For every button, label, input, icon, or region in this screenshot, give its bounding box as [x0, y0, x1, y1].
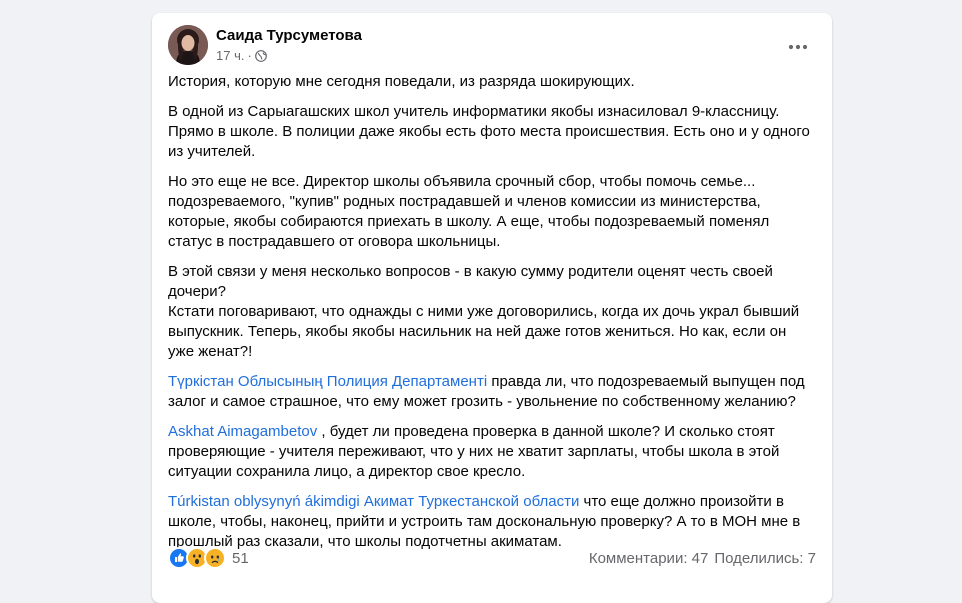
- author-name[interactable]: Саида Турсуметова: [216, 27, 362, 44]
- reaction-count[interactable]: 51: [232, 550, 249, 567]
- mention-paragraph: Túrkistan oblysynyń ákimdigi Акимат Турк…: [168, 492, 813, 552]
- comments-count[interactable]: Комментарии: 47: [589, 550, 709, 567]
- profile-photo: [168, 25, 208, 65]
- mention-turkistan-akimat[interactable]: Túrkistan oblysynyń ákimdigi Акимат Турк…: [168, 493, 579, 510]
- post-header: Саида Турсуметова 17 ч. ·: [168, 25, 816, 65]
- post-paragraph: В одной из Сарыагашских школ учитель инф…: [168, 103, 810, 160]
- post-paragraph: История, которую мне сегодня поведали, и…: [168, 73, 635, 90]
- post-footer: 51 Комментарии: 47 Поделились: 7: [168, 547, 816, 569]
- mention-paragraph: Askhat Aimagambetov , будет ли проведена…: [168, 422, 813, 482]
- mention-police-department[interactable]: Түркістан Облысының Полиция Департаменті: [168, 373, 487, 390]
- mention-paragraph: Түркістан Облысының Полиция Департаменті…: [168, 372, 813, 412]
- post-paragraph: В этой связи у меня несколько вопросов -…: [168, 263, 773, 300]
- post-body: История, которую мне сегодня поведали, и…: [168, 72, 813, 562]
- reactions[interactable]: 51: [168, 547, 249, 569]
- avatar[interactable]: [168, 25, 208, 65]
- post-card: Саида Турсуметова 17 ч. · История, котор…: [152, 13, 832, 603]
- post-paragraph: Кстати поговаривают, что однажды с ними …: [168, 303, 800, 360]
- sad-icon: [204, 547, 226, 569]
- mention-askhat-aimagambetov[interactable]: Askhat Aimagambetov: [168, 423, 317, 440]
- meta-separator: ·: [247, 48, 252, 63]
- post-stats: Комментарии: 47 Поделились: 7: [589, 550, 816, 567]
- post-paragraph: Но это еще не все. Директор школы объяви…: [168, 173, 770, 250]
- post-time[interactable]: 17 ч.: [216, 48, 244, 63]
- globe-icon: [254, 49, 267, 62]
- post-meta: 17 ч. ·: [216, 48, 267, 63]
- more-options-icon[interactable]: [780, 29, 816, 65]
- shares-count[interactable]: Поделились: 7: [714, 550, 816, 567]
